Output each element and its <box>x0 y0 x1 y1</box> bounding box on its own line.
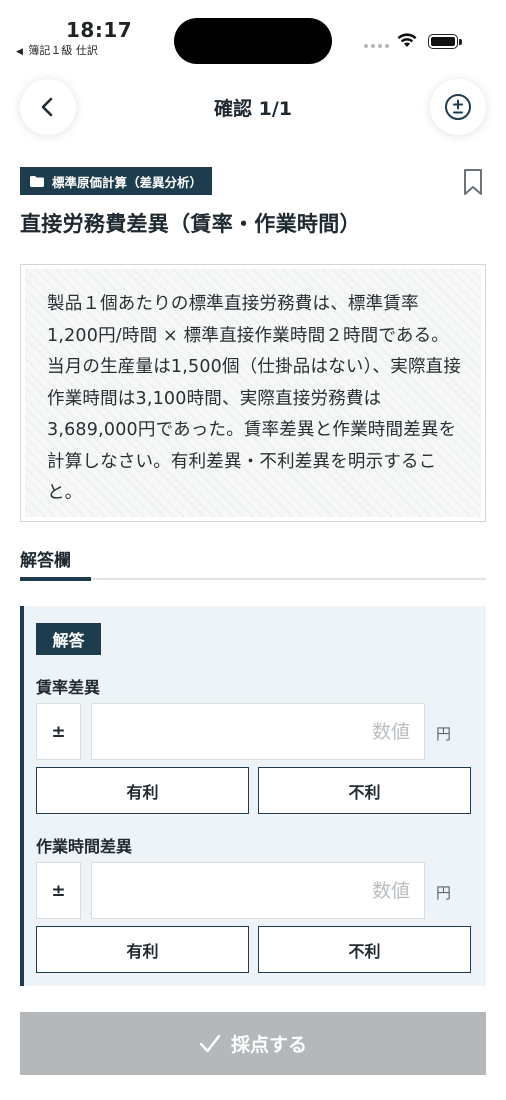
time-variance-label: 作業時間差異 <box>36 837 133 856</box>
folder-icon <box>30 175 44 187</box>
answer-tab[interactable]: 解答欄 <box>20 546 71 571</box>
time-variance-sign-toggle[interactable]: ± <box>36 862 81 919</box>
dynamic-island <box>174 18 332 64</box>
bookmark-button[interactable] <box>463 168 483 200</box>
back-triangle-icon: ◀ <box>16 47 23 57</box>
time-variance-unfavorable-button[interactable]: 不利 <box>258 926 471 973</box>
category-tag: 標準原価計算（差異分析） <box>20 167 213 195</box>
category-label: 標準原価計算（差異分析） <box>52 174 203 190</box>
bookmark-icon <box>464 169 482 195</box>
back-to-app-link[interactable]: ◀ 簿記１級 仕訳 <box>16 42 98 58</box>
submit-label: 採点する <box>230 1034 307 1056</box>
back-app-label: 簿記１級 仕訳 <box>28 44 98 57</box>
answer-badge: 解答 <box>36 623 101 655</box>
rate-variance-input[interactable] <box>91 703 425 760</box>
time-variance-unit: 円 <box>436 884 452 902</box>
plus-minus-button[interactable] <box>430 79 486 135</box>
rate-variance-favorable-button[interactable]: 有利 <box>36 767 249 814</box>
question-box: 製品１個あたりの標準直接労務費は、標準賃率1,200円/時間 × 標準直接作業時… <box>20 264 486 522</box>
rate-variance-label: 賃率差異 <box>36 678 101 697</box>
battery-icon <box>428 34 458 49</box>
signal-icon <box>364 44 389 48</box>
status-time: 18:17 <box>66 18 133 42</box>
time-variance-input[interactable] <box>91 862 425 919</box>
rate-variance-unfavorable-button[interactable]: 不利 <box>258 767 471 814</box>
tab-active-indicator <box>20 577 91 581</box>
checkmark-icon <box>199 1034 221 1052</box>
battery-tip <box>459 39 462 45</box>
rate-variance-unit: 円 <box>436 725 452 743</box>
wifi-icon <box>396 32 418 52</box>
time-variance-favorable-button[interactable]: 有利 <box>36 926 249 973</box>
rate-variance-sign-toggle[interactable]: ± <box>36 703 81 760</box>
question-text: 製品１個あたりの標準直接労務費は、標準賃率1,200円/時間 × 標準直接作業時… <box>25 269 481 517</box>
question-title: 直接労務費差異（賃率・作業時間） <box>20 212 361 236</box>
grade-submit-button[interactable]: 採点する <box>20 1012 486 1075</box>
plus-minus-icon <box>445 94 471 120</box>
